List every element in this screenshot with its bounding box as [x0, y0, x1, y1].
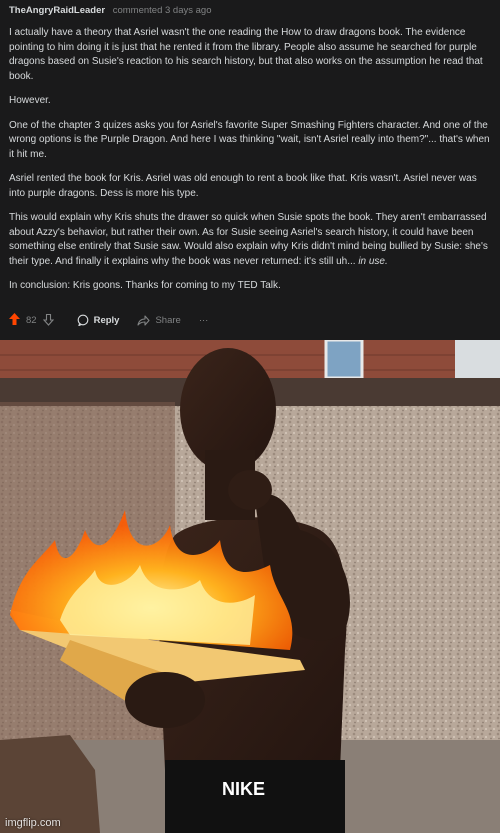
- comment-paragraph-text: This would explain why Kris shuts the dr…: [9, 212, 488, 267]
- comment-paragraph: I actually have a theory that Asriel was…: [9, 27, 483, 82]
- imgflip-watermark: imgflip.com: [5, 817, 61, 829]
- comment-emphasis: in use.: [358, 255, 388, 267]
- reply-button[interactable]: Reply: [77, 314, 120, 326]
- comment-timestamp: commented 3 days ago: [112, 5, 212, 16]
- comment-paragraph: In conclusion: Kris goons. Thanks for co…: [9, 280, 281, 291]
- reply-label: Reply: [93, 314, 120, 326]
- comment-card: TheAngryRaidLeader commented 3 days ago …: [0, 0, 500, 333]
- comment-paragraph: This would explain why Kris shuts the dr…: [9, 211, 490, 269]
- meme-photo: NIKE imgflip.com: [0, 340, 500, 833]
- reply-icon: [77, 314, 88, 326]
- comment-paragraph: One of the chapter 3 quizes asks you for…: [9, 119, 490, 160]
- share-label: Share: [155, 314, 181, 326]
- burning-book-photo: NIKE: [0, 340, 500, 833]
- comment-author[interactable]: TheAngryRaidLeader: [9, 5, 105, 16]
- shorts-brand: NIKE: [222, 779, 265, 799]
- person-hand: [228, 470, 272, 510]
- window: [324, 340, 364, 380]
- vote-score: 82: [26, 314, 37, 326]
- share-button[interactable]: Share: [137, 314, 181, 326]
- comment-meta: TheAngryRaidLeader commented 3 days ago: [9, 4, 490, 18]
- more-options-button[interactable]: ···: [199, 315, 209, 326]
- downvote-icon[interactable]: [42, 314, 59, 326]
- share-icon: [137, 314, 151, 326]
- comment-actions: 82 Reply Share ···: [9, 312, 226, 328]
- comment-body: I actually have a theory that Asriel was…: [9, 26, 490, 294]
- comment-paragraph: Asriel rented the book for Kris. Asriel …: [9, 173, 477, 199]
- comment-paragraph: However.: [9, 95, 51, 106]
- upvote-icon[interactable]: [9, 312, 20, 328]
